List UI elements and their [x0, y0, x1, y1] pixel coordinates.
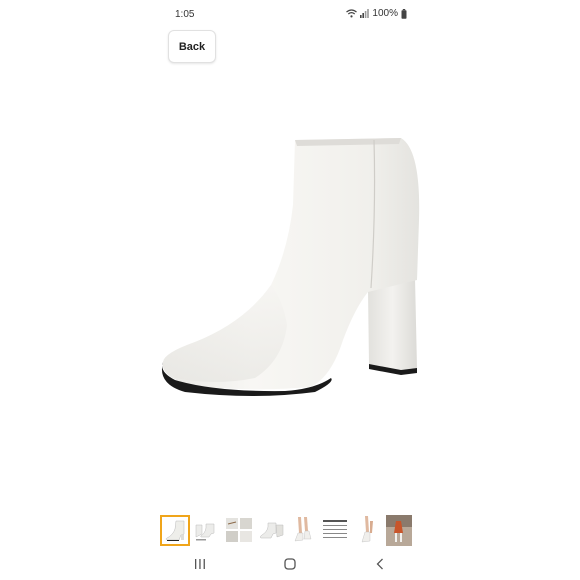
- detail-grid-icon: [226, 518, 252, 542]
- battery-icon: [401, 8, 407, 19]
- size-chart-icon: [323, 520, 347, 538]
- thumbnail-strip: [160, 515, 414, 546]
- back-nav-button[interactable]: [360, 552, 400, 576]
- home-button[interactable]: [270, 552, 310, 576]
- status-time: 1:05: [175, 9, 195, 20]
- status-bar: 1:05 100%: [155, 0, 425, 28]
- signal-icon: [360, 9, 370, 18]
- boot-thumb-icon: [165, 520, 185, 541]
- recent-apps-button[interactable]: [180, 552, 220, 576]
- status-icons: 100%: [346, 8, 407, 19]
- model-pose-icon: [361, 516, 373, 543]
- boot-illustration: [161, 138, 420, 396]
- thumbnail-5[interactable]: [288, 515, 318, 546]
- recent-apps-icon: [195, 559, 205, 569]
- boot-side-icon: [259, 522, 284, 539]
- back-nav-icon: [376, 558, 383, 570]
- thumbnail-6[interactable]: [320, 515, 350, 546]
- wifi-icon: [346, 9, 358, 18]
- thumbnail-7[interactable]: [352, 515, 382, 546]
- thumbnail-2[interactable]: [192, 515, 222, 546]
- thumbnail-1[interactable]: [160, 515, 190, 546]
- model-legs-icon: [294, 517, 312, 542]
- battery-percentage: 100%: [372, 8, 398, 19]
- navigation-bar: [155, 548, 425, 580]
- home-icon: [284, 558, 296, 570]
- thumbnail-4[interactable]: [256, 515, 286, 546]
- product-image[interactable]: [155, 110, 425, 410]
- thumbnail-8[interactable]: [384, 515, 414, 546]
- boot-pair-icon: [195, 523, 215, 541]
- phone-screen: 1:05 100% Back: [155, 0, 425, 580]
- model-photo-icon: [386, 515, 412, 546]
- back-button[interactable]: Back: [168, 30, 216, 63]
- thumbnail-3[interactable]: [224, 515, 254, 546]
